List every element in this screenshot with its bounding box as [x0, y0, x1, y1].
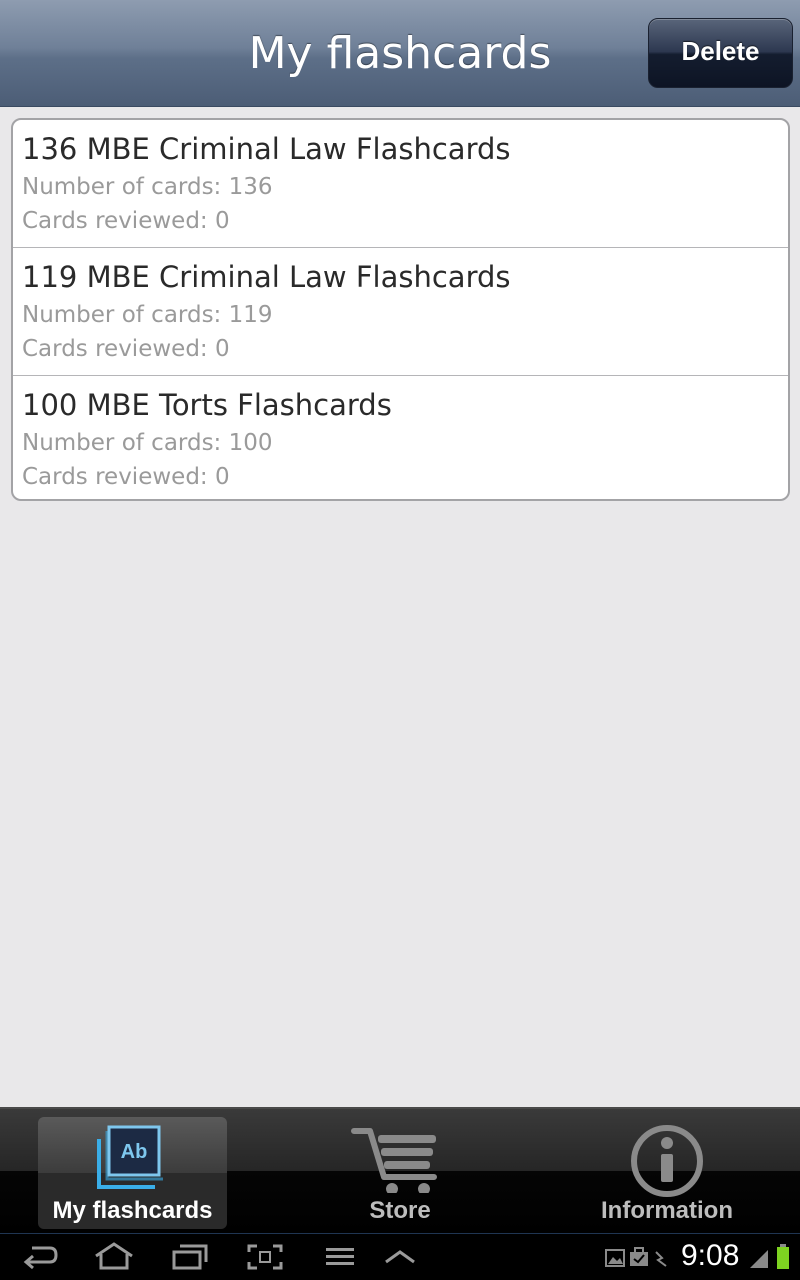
tab-store[interactable]: Store	[305, 1117, 495, 1229]
tab-label: Information	[601, 1197, 733, 1224]
deck-title: 119 MBE Criminal Law Flashcards	[22, 260, 511, 294]
gallery-notification-icon	[605, 1249, 625, 1267]
tab-bar: Ab My flashcards Store Information	[0, 1107, 800, 1233]
tab-my-flashcards[interactable]: Ab My flashcards	[38, 1117, 227, 1229]
tab-label: My flashcards	[52, 1197, 213, 1224]
battery-icon	[777, 1244, 789, 1269]
cart-icon	[351, 1128, 437, 1193]
title-bar: My flashcards Delete	[0, 0, 800, 107]
deck-cards-reviewed: Cards reviewed: 0	[22, 336, 230, 362]
deck-card-count: Number of cards: 100	[22, 430, 273, 456]
deck-title: 136 MBE Criminal Law Flashcards	[22, 132, 511, 166]
flashcard-deck-list: 136 MBE Criminal Law Flashcards Number o…	[11, 118, 790, 501]
deck-cards-reviewed: Cards reviewed: 0	[22, 464, 230, 490]
menu-icon[interactable]	[322, 1240, 358, 1274]
flashcards-icon-text: Ab	[121, 1141, 148, 1163]
flashcards-icon: Ab	[97, 1125, 163, 1189]
list-item[interactable]: 136 MBE Criminal Law Flashcards Number o…	[13, 120, 788, 248]
shopping-bag-notification-icon	[630, 1247, 648, 1266]
tab-information[interactable]: Information	[572, 1117, 762, 1229]
signal-icon	[750, 1250, 768, 1268]
clock: 9:08	[681, 1239, 740, 1272]
delete-button[interactable]: Delete	[648, 18, 793, 88]
deck-card-count: Number of cards: 119	[22, 302, 273, 328]
deck-card-count: Number of cards: 136	[22, 174, 273, 200]
list-item[interactable]: 119 MBE Criminal Law Flashcards Number o…	[13, 248, 788, 376]
recent-apps-icon[interactable]	[170, 1240, 210, 1274]
home-icon[interactable]	[92, 1240, 136, 1274]
list-item[interactable]: 100 MBE Torts Flashcards Number of cards…	[13, 376, 788, 499]
tab-label: Store	[369, 1197, 431, 1224]
back-icon[interactable]	[20, 1240, 60, 1274]
info-icon	[631, 1125, 703, 1197]
screenshot-icon[interactable]	[245, 1240, 285, 1274]
deck-cards-reviewed: Cards reviewed: 0	[22, 208, 230, 234]
usb-debug-icon	[655, 1251, 667, 1267]
chevron-up-icon[interactable]	[382, 1240, 418, 1274]
deck-title: 100 MBE Torts Flashcards	[22, 388, 392, 422]
system-bar: 9:08	[0, 1233, 800, 1280]
